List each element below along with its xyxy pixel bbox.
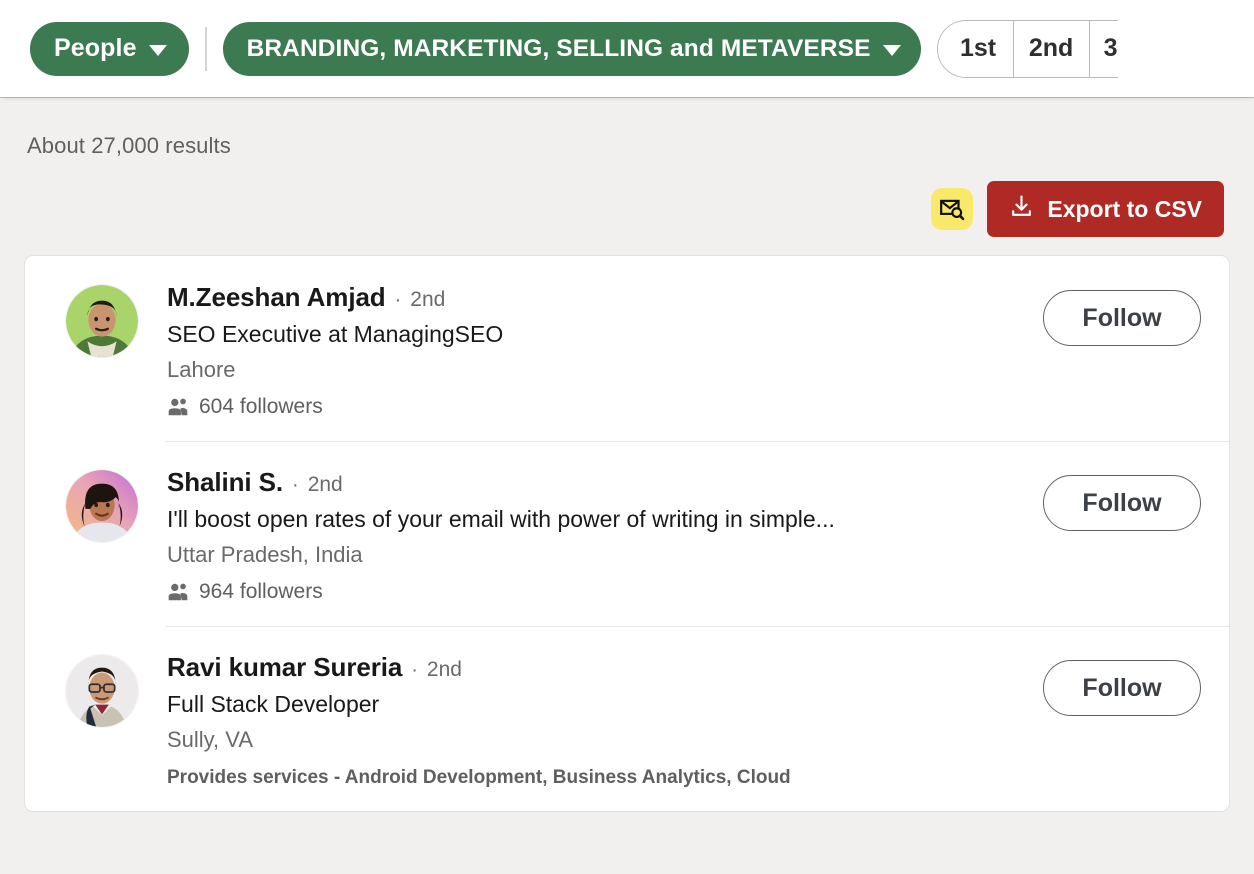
filter-people-button[interactable]: People [30,21,189,76]
filter-divider [204,26,207,71]
followers-row: 964 followers [167,580,1025,604]
search-results-list: M.Zeeshan Amjad · 2nd SEO Executive at M… [24,255,1230,812]
followers-count: 604 followers [199,395,323,418]
separator-dot: · [292,474,299,496]
degree-filter-3rd[interactable]: 3 [1089,20,1118,77]
avatar[interactable] [65,654,139,728]
connection-degree: 2nd [426,658,462,681]
followers-row: 604 followers [167,395,1025,419]
export-to-csv-button[interactable]: Export to CSV [987,181,1224,237]
result-name-line: M.Zeeshan Amjad · 2nd [167,282,1025,313]
followers-count: 964 followers [199,580,323,603]
person-headline: I'll boost open rates of your email with… [167,506,835,532]
follow-button[interactable]: Follow [1043,660,1201,716]
separator-dot: · [394,289,402,311]
person-location: Uttar Pradesh, India [167,542,363,567]
result-name-line: Shalini S. · 2nd [167,467,1025,498]
results-area: About 27,000 results Export to CSV M.Zee… [0,97,1254,812]
person-headline: Full Stack Developer [167,691,380,717]
result-name-line: Ravi kumar Sureria · 2nd [167,652,1025,683]
person-name[interactable]: Shalini S. [167,467,283,498]
results-count: About 27,000 results [27,133,231,158]
person-name[interactable]: M.Zeeshan Amjad [167,282,386,313]
chevron-down-icon [148,44,167,56]
connection-degree-filter: 1st 2nd 3 [936,19,1118,78]
export-to-csv-label: Export to CSV [1047,195,1202,222]
envelope-search-icon[interactable] [931,188,974,230]
result-details: M.Zeeshan Amjad · 2nd SEO Executive at M… [139,280,1025,419]
search-filter-bar: People BRANDING, MARKETING, SELLING and … [0,0,1254,97]
result-details: Ravi kumar Sureria · 2nd Full Stack Deve… [139,650,1025,789]
chevron-down-icon [882,44,901,56]
person-location: Sully, VA [167,727,253,752]
follow-button[interactable]: Follow [1043,475,1201,531]
result-item[interactable]: M.Zeeshan Amjad · 2nd SEO Executive at M… [25,256,1229,441]
people-group-icon [167,581,189,603]
filter-keyword-label: BRANDING, MARKETING, SELLING and METAVER… [246,34,871,62]
provided-services: Provides services - Android Development,… [167,767,791,788]
avatar[interactable] [65,469,139,543]
filter-people-label: People [54,34,137,62]
connection-degree: 2nd [410,288,446,311]
people-group-icon [167,396,189,418]
degree-filter-1st[interactable]: 1st [937,20,1014,77]
avatar[interactable] [65,284,139,358]
download-icon [1009,194,1034,225]
result-item[interactable]: Shalini S. · 2nd I'll boost open rates o… [25,441,1229,626]
filter-keyword-button[interactable]: BRANDING, MARKETING, SELLING and METAVER… [222,21,921,76]
person-headline: SEO Executive at ManagingSEO [167,321,504,347]
result-item[interactable]: Ravi kumar Sureria · 2nd Full Stack Deve… [25,626,1229,811]
follow-button[interactable]: Follow [1043,290,1201,346]
separator-dot: · [411,659,418,681]
person-location: Lahore [167,357,236,382]
connection-degree: 2nd [307,473,343,496]
result-details: Shalini S. · 2nd I'll boost open rates o… [139,465,1025,604]
results-actions: Export to CSV [24,181,1230,237]
person-name[interactable]: Ravi kumar Sureria [167,652,402,683]
degree-filter-2nd[interactable]: 2nd [1013,20,1090,77]
